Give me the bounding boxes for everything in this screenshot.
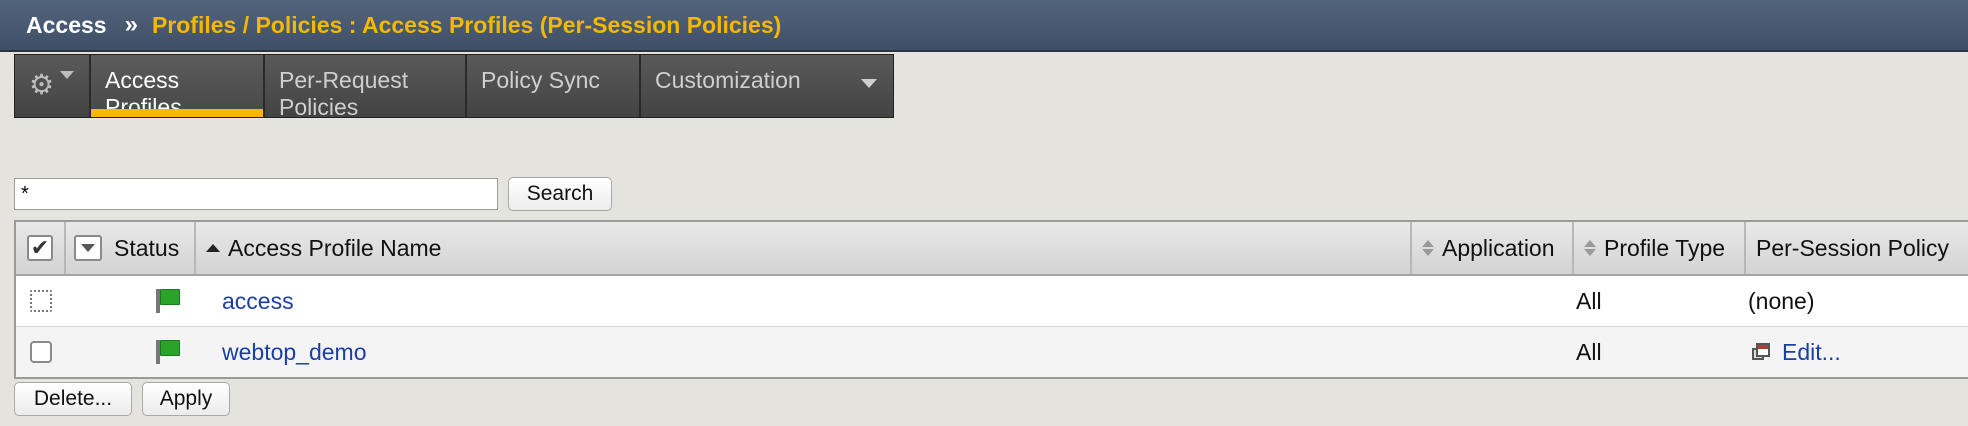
search-input[interactable] — [14, 178, 498, 210]
tab-access-profiles[interactable]: Access Profiles — [91, 55, 265, 120]
name-cell: webtop_demo — [188, 339, 1404, 366]
header-profile-type[interactable]: Profile Type — [1574, 222, 1746, 274]
table-row: access All (none) — [16, 276, 1968, 327]
column-policy-label: Per-Session Policy — [1756, 234, 1950, 261]
status-cell — [58, 287, 188, 315]
profile-name-link[interactable]: webtop_demo — [222, 339, 367, 366]
column-status-label: Status — [114, 234, 180, 261]
column-application-label: Application — [1442, 234, 1555, 261]
table-row: webtop_demo All Edit... — [16, 327, 1968, 377]
green-flag-icon — [154, 338, 180, 366]
apply-button[interactable]: Apply — [142, 382, 230, 416]
page-header: Access » Profiles / Policies : Access Pr… — [0, 0, 1968, 52]
header-per-session-policy: Per-Session Policy — [1746, 222, 1968, 274]
gear-menu-button[interactable]: ⚙ — [15, 55, 91, 117]
tab-label: Policy Sync — [481, 67, 600, 93]
column-name-label: Access Profile Name — [228, 234, 442, 261]
status-filter-dropdown[interactable] — [74, 235, 102, 261]
policy-cell: (none) — [1738, 288, 1960, 315]
select-all-checkbox[interactable]: ✔ — [27, 235, 53, 261]
tab-label: Customization — [655, 67, 801, 93]
chevron-down-icon — [861, 79, 877, 88]
search-button[interactable]: Search — [508, 177, 612, 211]
sort-icon — [1422, 240, 1434, 256]
chevron-down-icon — [60, 71, 75, 79]
tab-customization[interactable]: Customization — [641, 55, 893, 117]
sort-icon — [1584, 240, 1596, 256]
profile-name-link[interactable]: access — [222, 288, 294, 315]
sort-ascending-icon — [206, 244, 220, 252]
profile-type-cell: All — [1576, 338, 1602, 365]
header-access-profile-name[interactable]: Access Profile Name — [196, 222, 1412, 274]
chevron-down-icon — [81, 244, 95, 252]
status-cell — [58, 338, 188, 366]
header-select-all[interactable]: ✔ — [16, 222, 66, 274]
tab-label: Access Profiles — [105, 67, 182, 120]
policy-cell: Edit... — [1738, 339, 1960, 366]
policy-value: (none) — [1748, 287, 1815, 314]
tab-per-request-policies[interactable]: Per-Request Policies — [265, 55, 467, 120]
row-checkbox-disabled — [30, 290, 52, 312]
breadcrumb-root[interactable]: Access — [26, 12, 107, 39]
column-profile-type-label: Profile Type — [1604, 234, 1726, 261]
breadcrumb-path: Profiles / Policies : Access Profiles (P… — [151, 11, 782, 38]
row-checkbox[interactable] — [30, 341, 52, 363]
green-flag-icon — [154, 287, 180, 315]
tab-policy-sync[interactable]: Policy Sync — [467, 55, 641, 117]
delete-button[interactable]: Delete... — [14, 382, 132, 416]
gear-icon: ⚙ — [29, 69, 55, 100]
policy-edit-link[interactable]: Edit... — [1782, 339, 1841, 366]
table-header: ✔ Status Access Profile Name Application… — [16, 222, 1968, 276]
breadcrumb-separator: » — [124, 11, 138, 38]
edit-window-icon[interactable] — [1752, 343, 1770, 361]
header-application[interactable]: Application — [1412, 222, 1574, 274]
tab-bar: ⚙ Access Profiles Per-Request Policies P… — [14, 54, 894, 120]
tab-label: Per-Request Policies — [279, 67, 409, 120]
header-status[interactable]: Status — [66, 222, 196, 274]
access-profiles-table: ✔ Status Access Profile Name Application… — [14, 220, 1968, 379]
profile-type-cell: All — [1576, 287, 1602, 314]
name-cell: access — [188, 288, 1404, 315]
